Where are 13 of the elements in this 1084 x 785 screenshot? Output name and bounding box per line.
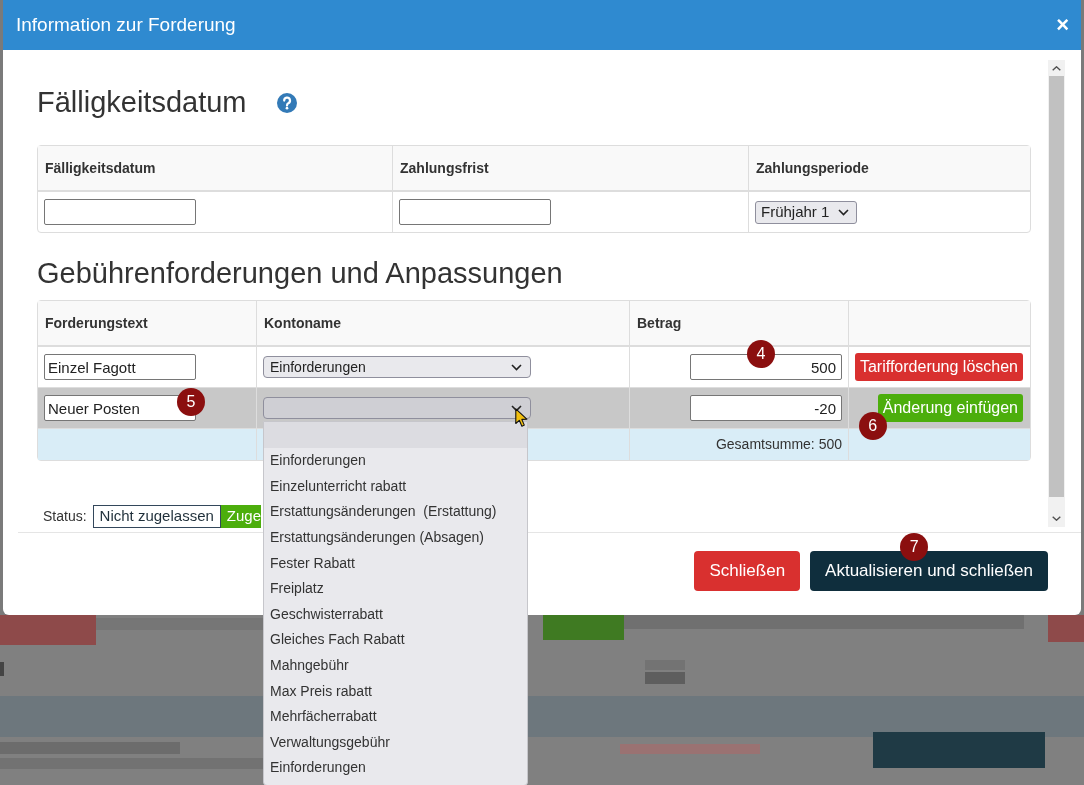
column-header: Zahlungsperiode: [748, 146, 1030, 190]
status-label: Status:: [43, 506, 87, 526]
step-marker: 6: [858, 412, 887, 440]
column-header: Forderungstext: [44, 313, 149, 333]
step-marker: 7: [900, 533, 929, 561]
total-amount: Gesamtsumme: 500: [715, 435, 842, 454]
step-marker: 5: [177, 388, 205, 416]
section-heading: Gebührenforderungen und Anpassungen: [37, 258, 563, 288]
section-heading: Fälligkeitsdatum: [37, 87, 247, 118]
column-header: Fälligkeitsdatum: [44, 158, 157, 178]
dialog-title: Information zur Forderung: [16, 12, 236, 37]
column-header: Kontoname: [256, 301, 629, 345]
column-header: Zahlungsfrist: [392, 146, 748, 190]
